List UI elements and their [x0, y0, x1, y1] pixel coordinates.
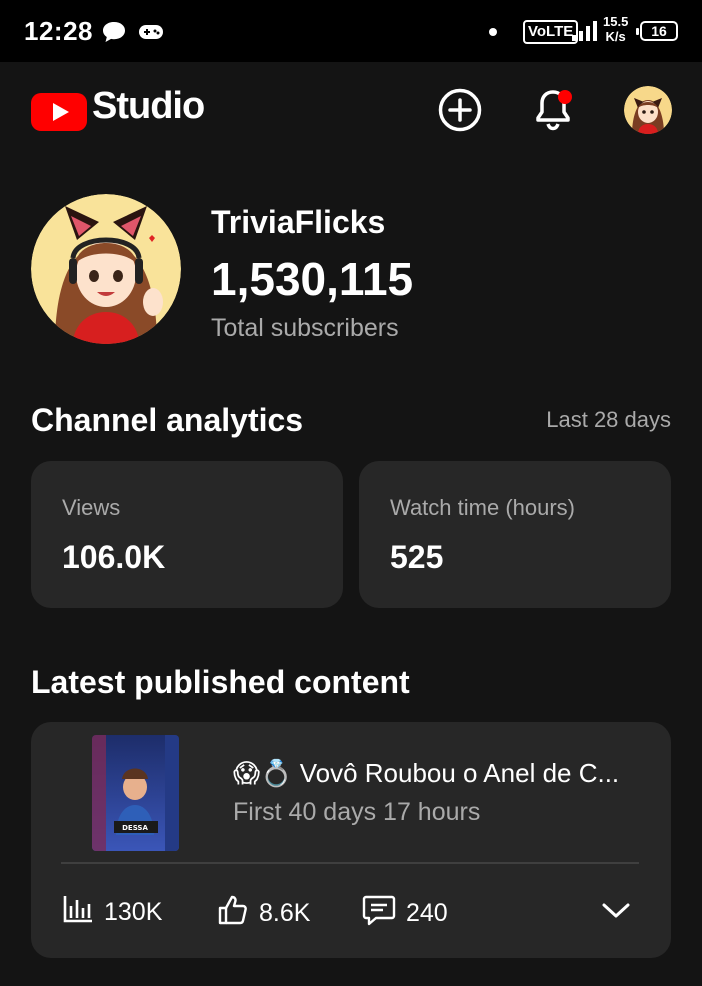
subscriber-count: 1,530,115 [211, 253, 414, 305]
comments-stat: 240 [362, 894, 448, 933]
channel-name: TriviaFlicks [211, 204, 386, 240]
video-thumbnail[interactable]: DESSA [92, 735, 179, 851]
thumbs-up-icon [217, 894, 249, 933]
watch-time-card[interactable]: Watch time (hours) 525 [359, 461, 671, 608]
network-speed: 15.5 K/s [603, 14, 628, 44]
signal-icon [572, 20, 598, 47]
subscriber-label: Total subscribers [211, 314, 399, 342]
comments-count: 240 [406, 899, 448, 927]
volte-badge: VoLTE [523, 20, 579, 44]
app-header: Studio [0, 62, 702, 158]
chat-bubble-icon [101, 20, 127, 49]
bell-icon[interactable] [532, 86, 576, 137]
analytics-range: Last 28 days [546, 407, 671, 432]
video-title[interactable]: 😱💍 Vovô Roubou o Anel de C... [233, 758, 619, 789]
chevron-down-icon[interactable] [601, 900, 631, 925]
status-bar: 12:28 VoLTE 15.5 K/s 16 [0, 0, 702, 62]
app-name: Studio [92, 85, 205, 127]
views-stat: 130K [62, 894, 162, 931]
analytics-title: Channel analytics [31, 402, 304, 438]
comment-icon [362, 894, 396, 933]
status-time: 12:28 [24, 16, 93, 46]
speed-unit: K/s [605, 29, 626, 44]
notification-dot [489, 28, 497, 36]
likes-stat: 8.6K [217, 894, 310, 933]
latest-video-card[interactable]: DESSA 😱💍 Vovô Roubou o Anel de C... Firs… [31, 722, 671, 958]
battery-indicator: 16 [636, 21, 678, 41]
channel-avatar [31, 194, 181, 344]
views-card[interactable]: Views 106.0K [31, 461, 343, 608]
views-count: 130K [104, 898, 163, 926]
divider [61, 862, 639, 864]
video-period: First 40 days 17 hours [233, 798, 481, 826]
watch-time-label: Watch time (hours) [390, 495, 576, 520]
likes-count: 8.6K [259, 899, 311, 927]
views-value: 106.0K [62, 539, 166, 575]
youtube-logo-icon[interactable] [31, 93, 87, 136]
account-avatar[interactable] [624, 86, 672, 134]
create-plus-icon[interactable] [438, 88, 482, 137]
bar-chart-icon [62, 894, 94, 931]
watch-time-value: 525 [390, 539, 444, 575]
speed-value: 15.5 [603, 14, 629, 29]
svg-text:DESSA: DESSA [122, 824, 148, 832]
latest-title: Latest published content [31, 664, 410, 700]
views-label: Views [62, 495, 121, 520]
gamepad-icon [138, 22, 164, 47]
